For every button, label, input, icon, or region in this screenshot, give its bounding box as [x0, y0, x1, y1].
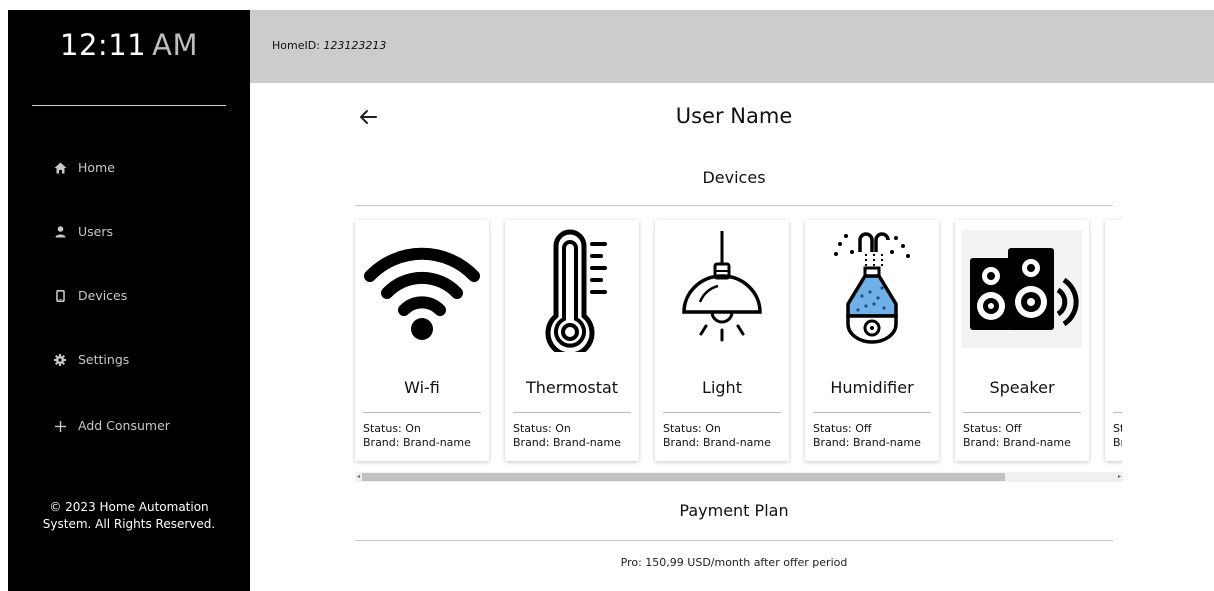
device-meta: Status: Off Brand: Brand-name	[813, 422, 921, 450]
card-divider	[813, 412, 931, 413]
humidifier-icon	[810, 226, 934, 352]
home-id-label: HomeID:	[272, 39, 320, 52]
devices-divider	[355, 205, 1113, 206]
sidebar-item-label: Settings	[78, 352, 130, 367]
device-status: Status: Off	[963, 422, 1022, 435]
device-brand: Brand: Brand-name	[513, 436, 621, 449]
device-brand: Brand: Brand-name	[963, 436, 1071, 449]
device-meta: Status: Off Brand: Brand-name	[963, 422, 1071, 450]
device-card-humidifier[interactable]: Humidifier Status: Off Brand: Brand-name	[805, 220, 939, 461]
sidebar: 12:11 AM Home Users Devices Settings Add…	[8, 10, 250, 591]
device-meta: Status: On Brand: Brand-name	[513, 422, 621, 450]
sidebar-item-settings[interactable]: Settings	[8, 348, 250, 372]
scroll-right-icon[interactable]: ▸	[1116, 473, 1123, 481]
top-header: HomeID: 123123213	[250, 10, 1214, 83]
sidebar-divider	[32, 105, 226, 106]
device-icon	[52, 288, 68, 304]
device-card-speaker[interactable]: Speaker Status: Off Brand: Brand-name	[955, 220, 1089, 461]
device-card-wifi[interactable]: Wi-fi Status: On Brand: Brand-name	[355, 220, 489, 461]
device-carousel[interactable]: Wi-fi Status: On Brand: Brand-name Therm…	[352, 214, 1122, 467]
device-brand: Brand: Brand-name	[363, 436, 471, 449]
copyright-line-1: © 2023 Home Automation	[49, 500, 209, 514]
device-card-partial[interactable]: Status: On Brand: Brand-name	[1105, 220, 1122, 461]
card-divider	[513, 412, 631, 413]
device-status: Status: On	[1113, 422, 1122, 435]
device-name: Light	[702, 378, 742, 397]
device-status: Status: Off	[813, 422, 872, 435]
lamp-icon	[660, 226, 784, 352]
sidebar-item-devices[interactable]: Devices	[8, 284, 250, 308]
card-divider	[663, 412, 781, 413]
home-id-value: 123123213	[323, 39, 387, 52]
plus-icon	[52, 418, 68, 434]
sidebar-item-label: Add Consumer	[78, 418, 170, 433]
sidebar-item-users[interactable]: Users	[8, 220, 250, 244]
device-brand: Brand: Brand-name	[1113, 436, 1122, 449]
clock-ampm: AM	[152, 28, 198, 62]
sidebar-item-label: Users	[78, 224, 114, 239]
devices-heading: Devices	[702, 168, 766, 187]
device-meta: Status: On Brand: Brand-name	[663, 422, 771, 450]
scroll-left-icon[interactable]: ◂	[355, 473, 362, 481]
device-brand: Brand: Brand-name	[663, 436, 771, 449]
device-meta: Status: On Brand: Brand-name	[1113, 422, 1122, 450]
payment-plan-heading: Payment Plan	[679, 501, 789, 520]
user-icon	[52, 224, 68, 240]
carousel-scrollbar[interactable]: ◂ ▸	[355, 472, 1123, 482]
clock: 12:11 AM	[8, 28, 250, 62]
gear-icon	[52, 352, 68, 368]
sidebar-item-home[interactable]: Home	[8, 156, 250, 180]
device-status: Status: On	[513, 422, 571, 435]
wifi-icon	[360, 226, 484, 352]
sidebar-item-label: Home	[78, 160, 115, 175]
card-divider	[1113, 412, 1122, 413]
device-name: Wi-fi	[404, 378, 440, 397]
device-status: Status: On	[663, 422, 721, 435]
device-name: Thermostat	[525, 378, 619, 397]
plan-description: Pro: 150,99 USD/month after offer period	[620, 556, 848, 569]
device-name: Speaker	[989, 378, 1055, 397]
app-root: 12:11 AM Home Users Devices Settings Add…	[0, 0, 1214, 591]
device-name: Humidifier	[830, 378, 914, 397]
top-strip	[0, 0, 1214, 10]
copyright-line-2: System. All Rights Reserved.	[42, 517, 216, 531]
card-divider	[963, 412, 1081, 413]
thermometer-icon	[510, 226, 634, 358]
sidebar-item-add-consumer[interactable]: Add Consumer	[8, 414, 250, 438]
home-id: HomeID: 123123213	[272, 39, 386, 52]
payment-divider	[355, 540, 1113, 541]
device-meta: Status: On Brand: Brand-name	[363, 422, 471, 450]
device-card-thermostat[interactable]: Thermostat Status: On Brand: Brand-name	[505, 220, 639, 461]
device-status: Status: On	[363, 422, 421, 435]
page-title: User Name	[675, 104, 793, 128]
scrollbar-thumb[interactable]	[362, 473, 1005, 481]
clock-time: 12:11	[60, 28, 147, 62]
copyright-notice: © 2023 Home Automation System. All Right…	[8, 499, 250, 533]
speaker-icon	[960, 226, 1084, 352]
device-brand: Brand: Brand-name	[813, 436, 921, 449]
card-divider	[363, 412, 481, 413]
device-card-light[interactable]: Light Status: On Brand: Brand-name	[655, 220, 789, 461]
home-icon	[52, 160, 68, 176]
sidebar-item-label: Devices	[78, 288, 128, 303]
